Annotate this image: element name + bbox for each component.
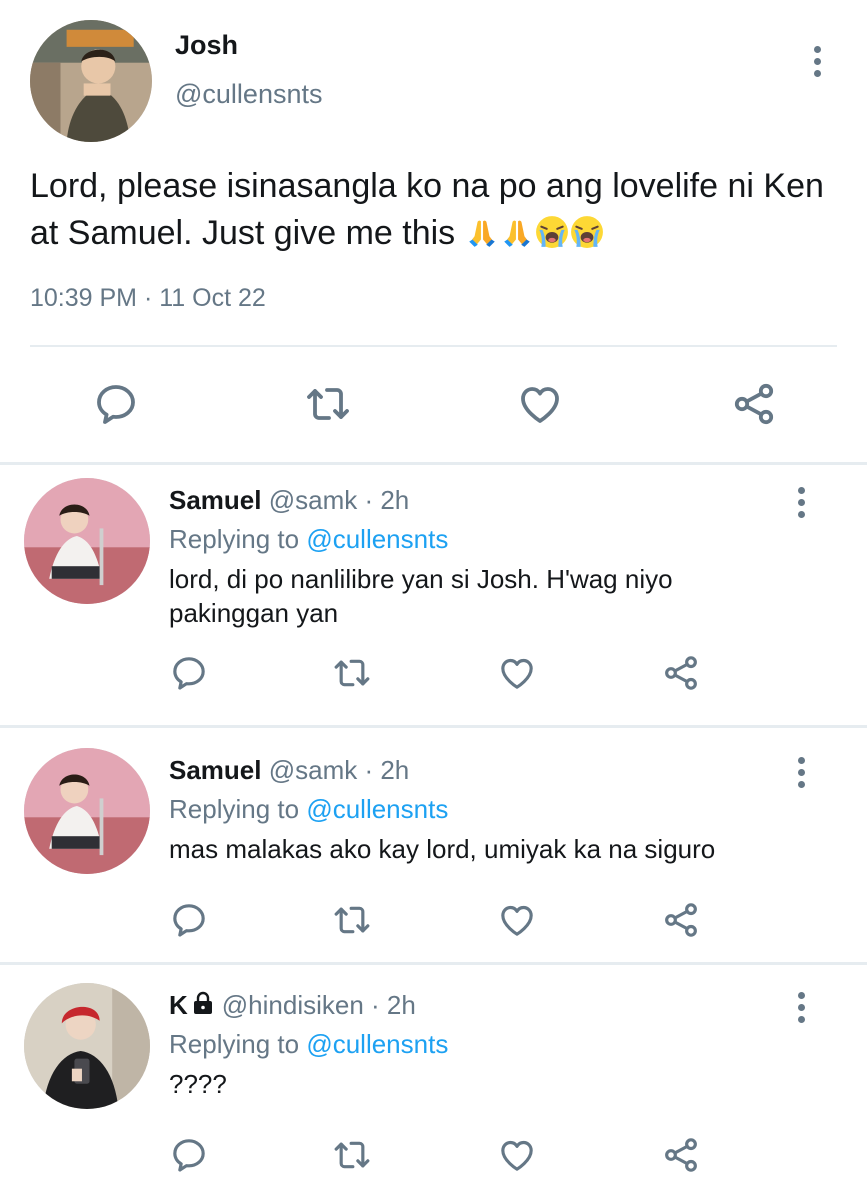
replying-to: Replying to @cullensnts xyxy=(169,794,448,825)
reply-icon[interactable] xyxy=(169,653,209,693)
tweet-text-content: Lord, please isinasangla ko na po ang lo… xyxy=(30,167,824,252)
author-name[interactable]: Josh xyxy=(175,30,238,61)
folded-hands-emoji xyxy=(500,215,534,249)
more-options-icon[interactable] xyxy=(796,487,806,518)
main-tweet: Josh @cullensnts Lord, please isinasangl… xyxy=(0,0,867,462)
reply-text: lord, di po nanlilibre yan si Josh. H'wa… xyxy=(169,564,673,628)
reply-meta[interactable]: @hindisiken · 2h xyxy=(222,990,416,1020)
loudly-crying-face-emoji xyxy=(570,215,604,249)
reply-meta[interactable]: @samk · 2h xyxy=(269,755,410,785)
replying-to-prefix: Replying to xyxy=(169,794,307,824)
reply-meta[interactable]: @samk · 2h xyxy=(269,485,410,515)
reply-tweet[interactable]: K @hindisiken · 2h Replying to @cullensnt… xyxy=(0,970,867,1200)
replying-to-prefix: Replying to xyxy=(169,524,307,554)
reply-icon[interactable] xyxy=(92,380,140,428)
avatar[interactable] xyxy=(24,983,150,1109)
tweet-timestamp[interactable]: 10:39 PM · 11 Oct 22 xyxy=(30,284,266,313)
author-handle[interactable]: @cullensnts xyxy=(175,79,322,110)
retweet-icon[interactable] xyxy=(332,900,372,940)
more-options-icon[interactable] xyxy=(796,992,806,1023)
folded-hands-emoji xyxy=(465,215,499,249)
replying-to-link[interactable]: @cullensnts xyxy=(306,794,448,824)
reply-text: mas malakas ako kay lord, umiyak ka na s… xyxy=(169,834,716,864)
reply-tweet[interactable]: Samuel @samk · 2h Replying to @cullensnt… xyxy=(0,465,867,725)
retweet-icon[interactable] xyxy=(332,653,372,693)
more-options-icon[interactable] xyxy=(812,46,822,77)
share-icon[interactable] xyxy=(661,653,701,693)
replying-to: Replying to @cullensnts xyxy=(169,1029,448,1060)
loudly-crying-face-emoji xyxy=(535,215,569,249)
divider xyxy=(0,962,867,965)
reply-author-name[interactable]: K xyxy=(169,990,188,1020)
reply-author-name[interactable]: Samuel xyxy=(169,755,262,785)
reply-icon[interactable] xyxy=(169,900,209,940)
like-icon[interactable] xyxy=(516,380,564,428)
like-icon[interactable] xyxy=(497,653,537,693)
tweet-text: Lord, please isinasangla ko na po ang lo… xyxy=(30,163,840,257)
reply-text: ???? xyxy=(169,1069,227,1099)
share-icon[interactable] xyxy=(730,380,778,428)
divider xyxy=(0,725,867,728)
replying-to-link[interactable]: @cullensnts xyxy=(306,1029,448,1059)
reply-header: Samuel @samk · 2h xyxy=(169,755,409,786)
reply-icon[interactable] xyxy=(169,1135,209,1175)
share-icon[interactable] xyxy=(661,900,701,940)
reply-header: Samuel @samk · 2h xyxy=(169,485,409,516)
retweet-icon[interactable] xyxy=(304,380,352,428)
more-options-icon[interactable] xyxy=(796,757,806,788)
lock-icon xyxy=(192,991,214,1015)
replying-to: Replying to @cullensnts xyxy=(169,524,448,555)
avatar[interactable] xyxy=(30,20,152,142)
reply-author-name[interactable]: Samuel xyxy=(169,485,262,515)
avatar[interactable] xyxy=(24,478,150,604)
divider xyxy=(30,345,837,347)
like-icon[interactable] xyxy=(497,900,537,940)
like-icon[interactable] xyxy=(497,1135,537,1175)
replying-to-prefix: Replying to xyxy=(169,1029,307,1059)
share-icon[interactable] xyxy=(661,1135,701,1175)
reply-header: K @hindisiken · 2h xyxy=(169,990,416,1021)
replying-to-link[interactable]: @cullensnts xyxy=(306,524,448,554)
avatar[interactable] xyxy=(24,748,150,874)
retweet-icon[interactable] xyxy=(332,1135,372,1175)
reply-tweet[interactable]: Samuel @samk · 2h Replying to @cullensnt… xyxy=(0,735,867,960)
